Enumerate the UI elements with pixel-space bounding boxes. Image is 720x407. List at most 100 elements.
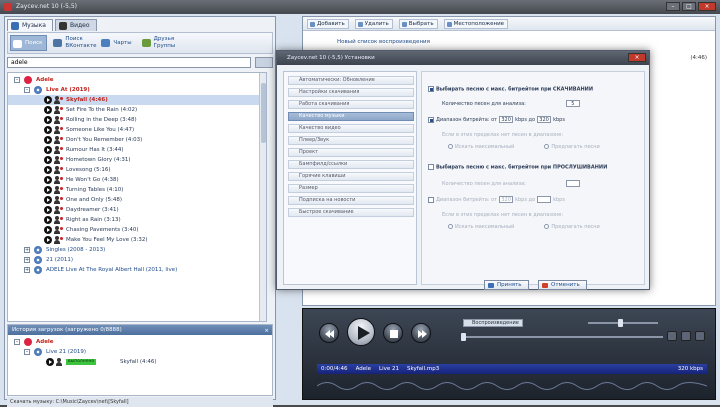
playlist-toggle-button[interactable] xyxy=(695,331,705,341)
maximize-button[interactable]: □ xyxy=(682,2,696,11)
close-button[interactable]: × xyxy=(698,2,716,11)
tree-track-row[interactable]: Don't You Remember (4:03) xyxy=(8,135,260,145)
dialog-close-button[interactable]: × xyxy=(628,53,646,62)
sec1-range-checkbox[interactable] xyxy=(428,116,434,123)
settings-nav-item[interactable]: Настройки скачивания xyxy=(288,88,414,97)
playback-mode-select[interactable]: Воспроизведение xyxy=(463,319,523,327)
play-icon[interactable] xyxy=(44,176,52,184)
collapse-icon[interactable]: – xyxy=(24,349,30,355)
search-input[interactable] xyxy=(7,57,251,68)
volume-slider[interactable] xyxy=(588,319,658,327)
search-button[interactable]: Поиск xyxy=(10,35,48,51)
play-icon[interactable] xyxy=(46,358,54,366)
expand-icon[interactable]: + xyxy=(24,257,30,263)
sec2-opt-b-radio[interactable] xyxy=(544,224,550,229)
sec2-from-input[interactable]: 320 xyxy=(499,196,514,203)
settings-nav-item[interactable]: Работа скачивания xyxy=(288,100,414,109)
settings-nav-item[interactable]: Размер xyxy=(288,184,414,193)
select-button[interactable]: Выбрать xyxy=(398,18,438,29)
sec2-range-checkbox[interactable] xyxy=(428,196,434,203)
tree-artist-row[interactable]: – Adele xyxy=(8,75,260,85)
vk-search-button[interactable]: Поиск ВКонтакте xyxy=(51,35,97,51)
expand-icon[interactable]: + xyxy=(24,247,30,253)
tree-track-row[interactable]: Lovesong (5:16) xyxy=(8,165,260,175)
tree-track-row[interactable]: Rumour Has It (3:44) xyxy=(8,145,260,155)
search-go-button[interactable] xyxy=(255,57,273,68)
sec1-opt-b-radio[interactable] xyxy=(544,144,550,149)
history-track-row[interactable]: выполнено Skyfall (4:46) xyxy=(8,357,272,367)
settings-nav-item[interactable]: Подписка на новости xyxy=(288,196,414,205)
play-button[interactable] xyxy=(347,318,375,346)
sec2-opt-a-radio[interactable] xyxy=(448,224,453,229)
seek-knob[interactable] xyxy=(461,333,466,341)
play-icon[interactable] xyxy=(44,206,52,214)
seek-bar[interactable] xyxy=(461,333,663,341)
repeat-button[interactable] xyxy=(681,331,691,341)
tree-track-row[interactable]: Make You Feel My Love (3:32) xyxy=(8,235,260,245)
tree-album-row[interactable]: + Singles (2008 - 2013) xyxy=(8,245,260,255)
sec1-opt-a-radio[interactable] xyxy=(448,144,453,149)
sec2-checkbox[interactable] xyxy=(428,164,434,170)
cancel-button[interactable]: Отменить xyxy=(538,280,587,290)
tree-album-row[interactable]: – Live At (2019) xyxy=(8,85,260,95)
sec1-title-row[interactable]: Выбирать песню с макс. битрейтом при СКА… xyxy=(428,86,640,93)
play-icon[interactable] xyxy=(44,146,52,154)
collapse-icon[interactable]: – xyxy=(24,87,30,93)
play-icon[interactable] xyxy=(44,156,52,164)
sec1-from-input[interactable]: 320 xyxy=(499,116,514,123)
collapse-icon[interactable]: – xyxy=(14,77,20,83)
play-icon[interactable] xyxy=(44,196,52,204)
stop-button[interactable] xyxy=(383,323,403,343)
close-history-icon[interactable]: × xyxy=(264,326,269,336)
add-button[interactable]: Добавить xyxy=(307,18,349,29)
play-icon[interactable] xyxy=(44,106,52,114)
new-playlist-link[interactable]: Новый список воспроизведения xyxy=(337,39,430,45)
tree-track-row[interactable]: Daydreamer (3:41) xyxy=(8,205,260,215)
play-icon[interactable] xyxy=(44,166,52,174)
play-icon[interactable] xyxy=(44,136,52,144)
sec2-to-input[interactable] xyxy=(537,196,552,203)
play-icon[interactable] xyxy=(44,236,52,244)
settings-nav-item[interactable]: Качество видео xyxy=(288,124,414,133)
tree-track-row-selected[interactable]: Skyfall (4:46) xyxy=(8,95,260,105)
charts-button[interactable]: Чарты xyxy=(99,35,135,51)
settings-nav-item[interactable]: Бампфилд/ссылки xyxy=(288,160,414,169)
tree-album-row[interactable]: +21 (2011) xyxy=(8,255,260,265)
tree-track-row[interactable]: Someone Like You (4:47) xyxy=(8,125,260,135)
sec1-count-input[interactable]: 5 xyxy=(565,100,580,107)
tab-music[interactable]: Музыка xyxy=(7,19,53,31)
collapse-icon[interactable]: – xyxy=(14,339,20,345)
settings-nav-item[interactable]: Качество музыки xyxy=(288,112,414,121)
tree-track-row[interactable]: Set Fire To the Rain (4:02) xyxy=(8,105,260,115)
play-icon[interactable] xyxy=(44,186,52,194)
expand-icon[interactable]: + xyxy=(24,267,30,273)
next-button[interactable] xyxy=(411,323,431,343)
play-icon[interactable] xyxy=(44,96,52,104)
history-artist-row[interactable]: – Adele xyxy=(8,337,272,347)
tree-scrollbar[interactable] xyxy=(259,73,266,321)
volume-knob[interactable] xyxy=(618,319,623,327)
location-button[interactable]: Местоположение xyxy=(443,18,509,29)
previous-button[interactable] xyxy=(319,323,339,343)
shuffle-button[interactable] xyxy=(667,331,677,341)
settings-nav-item[interactable]: Горячие клавиши xyxy=(288,172,414,181)
apply-button[interactable]: Принять xyxy=(484,280,529,290)
sec1-checkbox[interactable] xyxy=(428,86,434,92)
sec2-count-input[interactable] xyxy=(565,180,580,187)
tree-track-row[interactable]: Chasing Pavements (3:40) xyxy=(8,225,260,235)
tree-track-row[interactable]: Hometown Glory (4:31) xyxy=(8,155,260,165)
tree-track-row[interactable]: One and Only (5:48) xyxy=(8,195,260,205)
delete-button[interactable]: Удалить xyxy=(354,18,393,29)
tree-album-row[interactable]: + ADELE Live At The Royal Albert Hall (20… xyxy=(8,265,260,275)
play-icon[interactable] xyxy=(44,216,52,224)
settings-nav-item[interactable]: Плеер/Звук xyxy=(288,136,414,145)
settings-nav-item[interactable]: Проект xyxy=(288,148,414,157)
play-icon[interactable] xyxy=(44,116,52,124)
tree-track-row[interactable]: Right as Rain (3:13) xyxy=(8,215,260,225)
tab-video[interactable]: Видео xyxy=(54,19,97,31)
minimize-button[interactable]: – xyxy=(666,2,680,11)
play-icon[interactable] xyxy=(44,226,52,234)
tree-track-row[interactable]: Rolling in the Deep (3:48) xyxy=(8,115,260,125)
play-icon[interactable] xyxy=(44,126,52,134)
tree-scroll-thumb[interactable] xyxy=(261,83,266,143)
